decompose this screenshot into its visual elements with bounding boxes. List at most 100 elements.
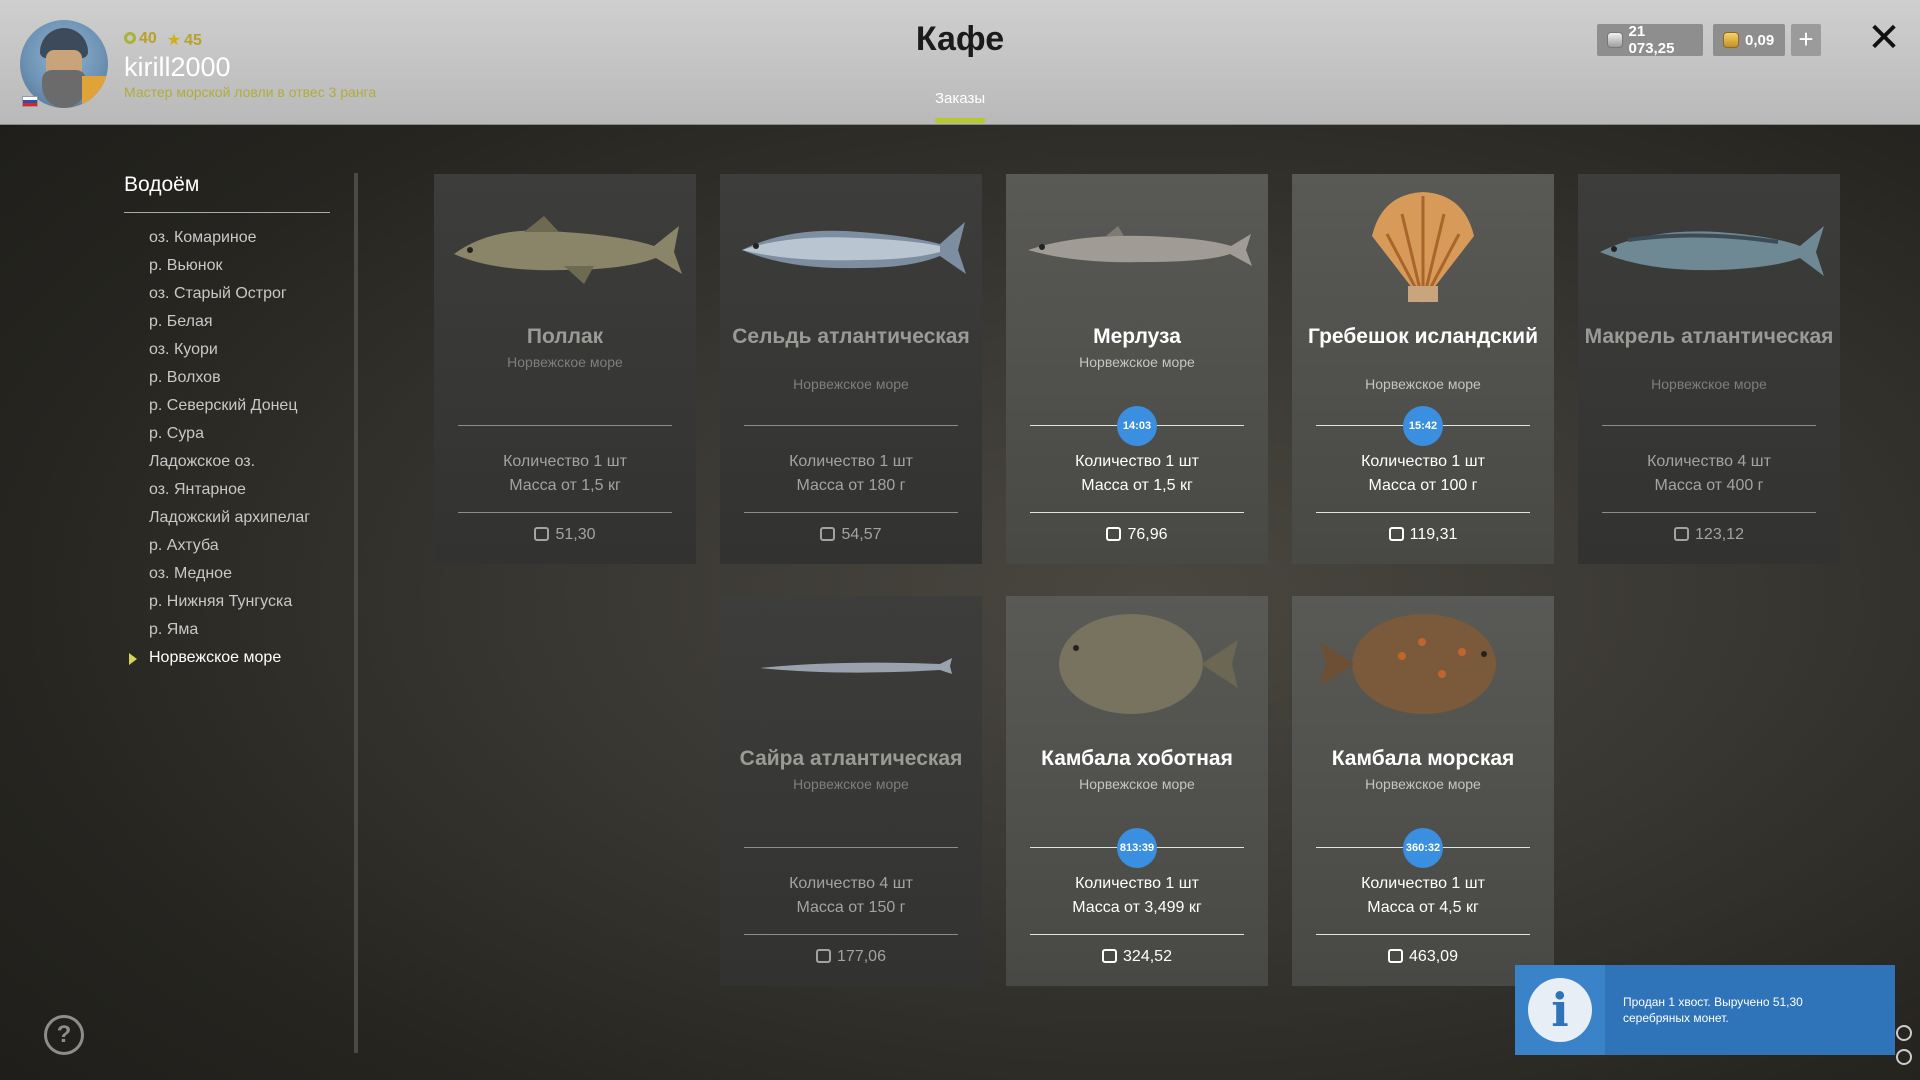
- fish-location: Норвежское море: [793, 776, 909, 792]
- price-value: 119,31: [1409, 526, 1458, 543]
- order-card[interactable]: Камбала морская Норвежское море 360:32 К…: [1292, 596, 1554, 986]
- order-quantity: Количество 1 шт: [1075, 453, 1199, 470]
- sidebar-item-label: р. Ахтуба: [149, 537, 219, 554]
- sidebar-item[interactable]: р. Волхов: [124, 364, 344, 392]
- order-requirements: Количество 1 шт Масса от 4,5 кг: [1292, 872, 1554, 920]
- order-card[interactable]: Макрель атлантическая Норвежское море Ко…: [1578, 174, 1840, 564]
- card-divider: [1030, 512, 1244, 513]
- card-divider: [458, 512, 672, 513]
- card-divider: [744, 847, 958, 848]
- tab-active-indicator: [935, 118, 985, 123]
- fish-name: Поллак: [526, 325, 604, 348]
- order-card[interactable]: Камбала хоботная Норвежское море 813:39 …: [1006, 596, 1268, 986]
- gold-value: 0,09: [1745, 31, 1775, 49]
- order-card[interactable]: Сельдь атлантическая Норвежское море Кол…: [720, 174, 982, 564]
- order-timer: 15:42: [1403, 406, 1443, 446]
- sidebar-item-label: оз. Комариное: [149, 229, 257, 246]
- flounder-fish-icon: [1059, 614, 1238, 714]
- sidebar-item-label: р. Белая: [149, 313, 213, 330]
- sale-notification[interactable]: i Продан 1 хвост. Выручено 51,30 серебря…: [1515, 965, 1895, 1055]
- order-card[interactable]: Мерлуза Норвежское море 14:03 Количество…: [1006, 174, 1268, 564]
- tab-orders[interactable]: Заказы: [935, 90, 985, 107]
- order-requirements: Количество 1 шт Масса от 1,5 кг: [434, 450, 696, 498]
- settings-icon[interactable]: [1896, 1049, 1912, 1065]
- sidebar-item-label: р. Волхов: [149, 369, 221, 386]
- herring-fish-icon: [742, 222, 966, 274]
- order-card[interactable]: Сайра атлантическая Норвежское море Коли…: [720, 596, 982, 986]
- order-quantity: Количество 1 шт: [789, 453, 913, 470]
- order-price: 54,57: [720, 526, 982, 544]
- silver-coin-icon: [816, 949, 832, 963]
- card-divider: [1316, 512, 1530, 513]
- microphone-icon[interactable]: [1896, 1025, 1912, 1041]
- silver-balance: 21 073,25: [1597, 23, 1703, 57]
- order-card[interactable]: Поллак Норвежское море Количество 1 шт М…: [434, 174, 696, 564]
- order-quantity: Количество 1 шт: [1361, 875, 1485, 892]
- order-quantity: Количество 1 шт: [503, 453, 627, 470]
- sidebar-item[interactable]: Ладожский архипелаг: [124, 504, 344, 532]
- silver-coin-icon: [1102, 949, 1118, 963]
- order-price: 177,06: [720, 948, 982, 966]
- sidebar-item[interactable]: р. Северский Донец: [124, 392, 344, 420]
- sidebar-item-label: р. Северский Донец: [149, 397, 298, 414]
- sidebar-item[interactable]: Ладожское оз.: [124, 448, 344, 476]
- order-timer: 813:39: [1117, 828, 1157, 868]
- silver-coin-icon: [820, 527, 836, 541]
- order-mass: Масса от 1,5 кг: [1081, 477, 1193, 494]
- top-bar: 40 ★ 45 kirill2000 Мастер морской ловли в…: [0, 0, 1920, 125]
- card-divider: [744, 934, 958, 935]
- price-value: 324,52: [1123, 948, 1172, 965]
- fish-location: Норвежское море: [1651, 376, 1767, 392]
- fish-name: Макрель атлантическая: [1584, 325, 1834, 348]
- notification-icon-box: i: [1515, 965, 1605, 1055]
- fish-name: Мерлуза: [1093, 325, 1181, 348]
- sidebar-item[interactable]: оз. Медное: [124, 560, 344, 588]
- price-value: 177,06: [837, 948, 886, 965]
- sidebar-item[interactable]: р. Ахтуба: [124, 532, 344, 560]
- sidebar-item-label: оз. Куори: [149, 341, 218, 358]
- sidebar-item[interactable]: оз. Комариное: [124, 224, 344, 252]
- sidebar-item[interactable]: оз. Янтарное: [124, 476, 344, 504]
- order-mass: Масса от 100 г: [1368, 477, 1478, 494]
- sidebar-item-selected[interactable]: Норвежское море: [124, 644, 344, 672]
- sidebar-item-label: Норвежское море: [149, 649, 282, 666]
- fish-name: Сайра атлантическая: [739, 747, 963, 770]
- card-divider: [1030, 934, 1244, 935]
- order-timer: 14:03: [1117, 406, 1157, 446]
- silver-coin-icon: [1607, 32, 1623, 48]
- order-price: 119,31: [1292, 526, 1554, 544]
- notification-text: Продан 1 хвост. Выручено 51,30 серебряны…: [1623, 995, 1803, 1025]
- price-value: 463,09: [1409, 948, 1458, 965]
- info-icon: i: [1528, 978, 1592, 1042]
- selected-arrow-icon: [129, 653, 137, 665]
- sidebar-item-label: оз. Старый Острог: [149, 285, 287, 302]
- add-currency-button[interactable]: +: [1791, 24, 1821, 56]
- sidebar-item[interactable]: оз. Старый Острог: [124, 280, 344, 308]
- order-requirements: Количество 1 шт Масса от 3,499 кг: [1006, 872, 1268, 920]
- close-button[interactable]: ✕: [1864, 18, 1904, 58]
- sidebar-item[interactable]: оз. Куори: [124, 336, 344, 364]
- order-mass: Масса от 4,5 кг: [1367, 899, 1479, 916]
- sidebar-scrollbar[interactable]: [354, 173, 358, 1053]
- order-price: 324,52: [1006, 948, 1268, 966]
- order-mass: Масса от 180 г: [796, 477, 906, 494]
- sidebar-divider: [124, 212, 330, 213]
- fish-name: Гребешок исландский: [1307, 325, 1538, 348]
- order-quantity: Количество 4 шт: [1647, 453, 1771, 470]
- card-divider: [1316, 934, 1530, 935]
- sidebar-item[interactable]: р. Вьюнок: [124, 252, 344, 280]
- sidebar-item[interactable]: р. Яма: [124, 616, 344, 644]
- card-divider: [744, 512, 958, 513]
- sidebar-title: Водоём: [124, 173, 200, 196]
- help-button[interactable]: ?: [44, 1015, 84, 1055]
- sidebar-item[interactable]: р. Сура: [124, 420, 344, 448]
- silver-value: 21 073,25: [1628, 23, 1675, 57]
- sidebar-item-label: р. Сура: [149, 425, 204, 442]
- sidebar-item[interactable]: р. Белая: [124, 308, 344, 336]
- order-quantity: Количество 1 шт: [1075, 875, 1199, 892]
- sidebar-item[interactable]: р. Нижняя Тунгуска: [124, 588, 344, 616]
- order-price: 76,96: [1006, 526, 1268, 544]
- order-card[interactable]: Гребешок исландский Норвежское море 15:4…: [1292, 174, 1554, 564]
- silver-coin-icon: [1388, 527, 1404, 541]
- fish-location: Норвежское море: [507, 354, 623, 370]
